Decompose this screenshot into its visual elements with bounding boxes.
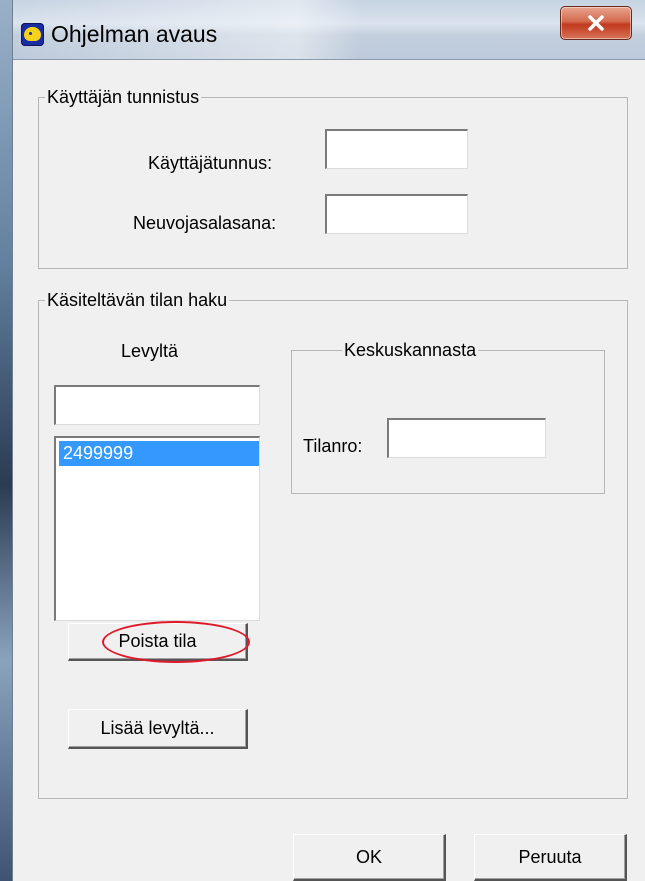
dialog-window: Ohjelman avaus Käyttäjän tunnistus Käytt… — [12, 0, 645, 881]
farm-number-label: Tilanro: — [303, 436, 363, 456]
user-identification-legend: Käyttäjän tunnistus — [45, 87, 202, 107]
add-from-disk-button[interactable]: Lisää levyltä... — [68, 709, 248, 749]
window-title: Ohjelman avaus — [51, 21, 218, 47]
username-input[interactable] — [325, 129, 468, 169]
list-item-selected[interactable]: 2499999 — [59, 441, 259, 466]
disk-search-input[interactable] — [54, 385, 260, 425]
title-bar[interactable]: Ohjelman avaus — [13, 0, 645, 60]
ok-button[interactable]: OK — [293, 834, 446, 881]
central-database-legend: Keskuskannasta — [342, 340, 479, 360]
app-icon — [21, 23, 44, 46]
cancel-button[interactable]: Peruuta — [474, 834, 627, 881]
password-label: Neuvojasalasana: — [133, 213, 277, 233]
user-identification-group: Käyttäjän tunnistus — [38, 87, 628, 269]
farm-number-input[interactable] — [387, 418, 546, 458]
farm-search-legend: Käsiteltävän tilan haku — [45, 290, 230, 310]
password-input[interactable] — [325, 194, 468, 234]
desktop-background — [0, 0, 12, 881]
username-label: Käyttäjätunnus: — [148, 153, 273, 173]
remove-farm-button[interactable]: Poista tila — [68, 623, 248, 661]
disk-label: Levyltä — [121, 341, 179, 361]
list-divider — [259, 468, 260, 526]
close-icon — [588, 15, 604, 31]
disk-farm-list[interactable]: 2499999 — [54, 436, 260, 621]
close-button[interactable] — [560, 6, 632, 40]
